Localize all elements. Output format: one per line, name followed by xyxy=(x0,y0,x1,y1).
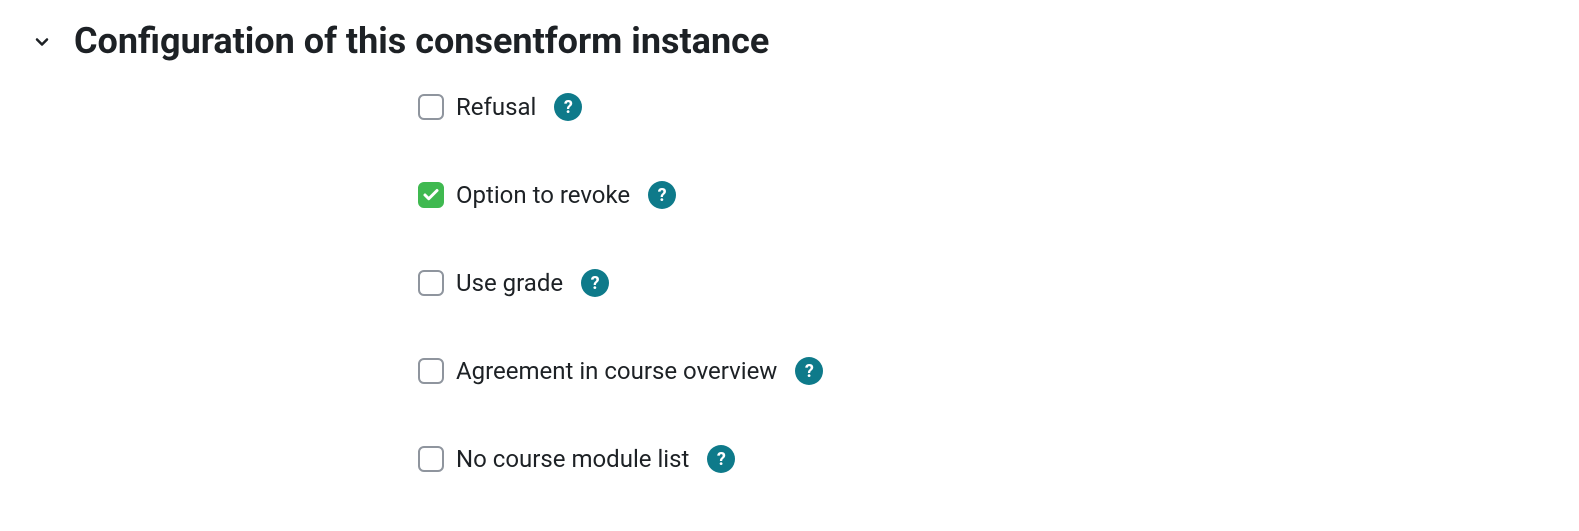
form-items: Refusal ? Option to revoke ? Use grade ?… xyxy=(30,93,1549,473)
checkbox-label: No course module list xyxy=(456,445,689,473)
help-icon[interactable]: ? xyxy=(554,93,582,121)
section-title: Configuration of this consentform instan… xyxy=(74,20,769,63)
section-header: Configuration of this consentform instan… xyxy=(30,20,1549,63)
checkbox-no-course-module-list[interactable] xyxy=(418,446,444,472)
form-item-no-course-module-list: No course module list ? xyxy=(418,445,1549,473)
checkbox-option-to-revoke[interactable] xyxy=(418,182,444,208)
checkbox-label: Option to revoke xyxy=(456,181,630,209)
checkbox-label: Refusal xyxy=(456,93,536,121)
form-item-agreement-in-course-overview: Agreement in course overview ? xyxy=(418,357,1549,385)
checkbox-label: Use grade xyxy=(456,269,563,297)
form-item-refusal: Refusal ? xyxy=(418,93,1549,121)
checkbox-use-grade[interactable] xyxy=(418,270,444,296)
checkbox-agreement-in-course-overview[interactable] xyxy=(418,358,444,384)
help-icon[interactable]: ? xyxy=(795,357,823,385)
chevron-down-icon[interactable] xyxy=(30,30,54,54)
checkbox-refusal[interactable] xyxy=(418,94,444,120)
checkbox-label: Agreement in course overview xyxy=(456,357,777,385)
help-icon[interactable]: ? xyxy=(648,181,676,209)
help-icon[interactable]: ? xyxy=(581,269,609,297)
help-icon[interactable]: ? xyxy=(707,445,735,473)
form-item-use-grade: Use grade ? xyxy=(418,269,1549,297)
form-item-option-to-revoke: Option to revoke ? xyxy=(418,181,1549,209)
